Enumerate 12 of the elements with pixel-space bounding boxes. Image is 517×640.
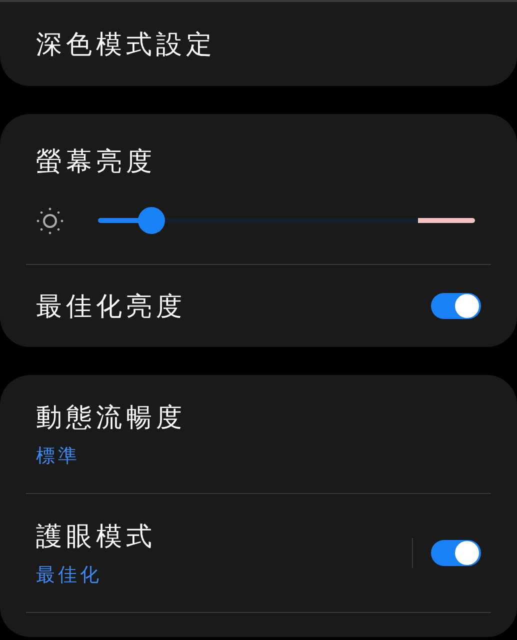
setting-title: 深色模式設定 <box>36 28 217 62</box>
setting-value: 最佳化 <box>36 562 103 588</box>
setting-value: 標準 <box>36 444 81 468</box>
brightness-slider[interactable] <box>98 207 475 234</box>
setting-title: 護眼模式 <box>36 520 157 554</box>
setting-title: 螢幕亮度 <box>36 146 157 178</box>
setting-title: 動態流暢度 <box>36 402 187 434</box>
toggle-switch[interactable] <box>431 293 481 319</box>
toggle-switch[interactable] <box>431 540 481 566</box>
brightness-icon <box>36 206 64 234</box>
setting-title: 最佳化亮度 <box>36 290 187 324</box>
slider-thumb[interactable] <box>138 207 165 234</box>
